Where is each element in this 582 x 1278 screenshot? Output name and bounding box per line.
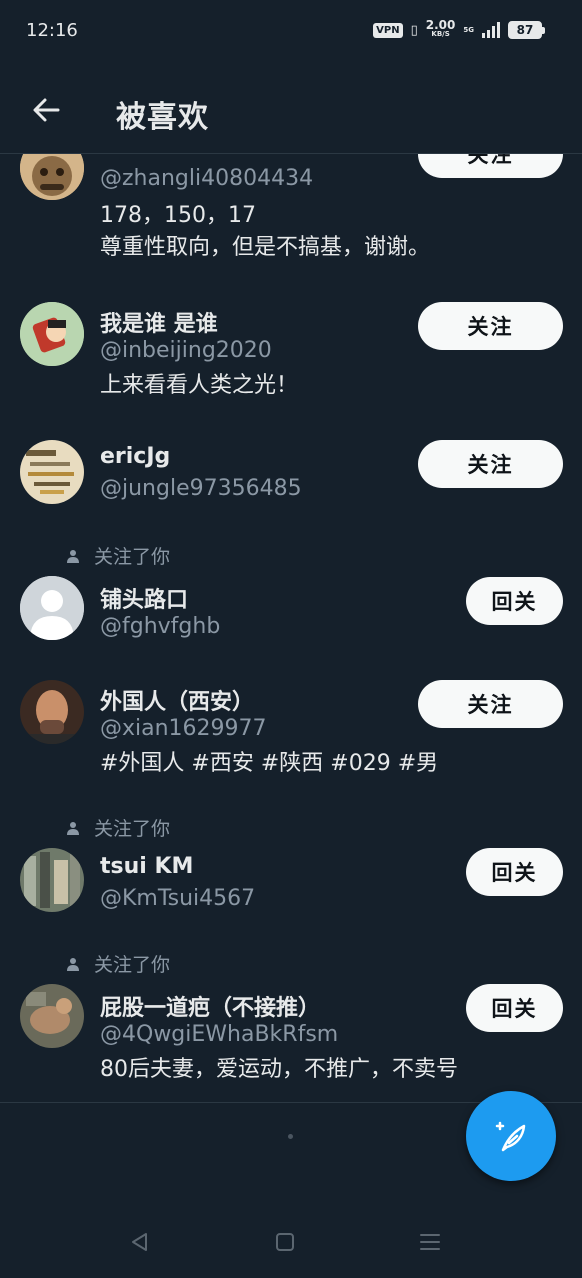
nav-menu-button[interactable]: [418, 1230, 442, 1254]
follow-button[interactable]: 关注: [418, 440, 563, 488]
status-indicators: VPN ▯ 2.00 KB/S 5G 87: [373, 18, 545, 39]
user-bio-line: 178，150，17: [100, 203, 256, 228]
liked-by-list: @zhangli40804434 178，150，17 尊重性取向，但是不搞基，…: [0, 154, 582, 1102]
signal-icon: [482, 22, 500, 38]
avatar[interactable]: [20, 576, 84, 640]
follows-you-label: 关注了你: [94, 546, 171, 568]
system-nav-bar: [0, 1200, 582, 1278]
follows-you-note: 关注了你: [66, 814, 170, 841]
follows-you-note: 关注了你: [66, 542, 170, 569]
network-speed-unit: KB/S: [431, 30, 450, 38]
user-row[interactable]: 外国人（西安） @xian1629977 #外国人 #西安 #陕西 #029 #…: [0, 680, 582, 790]
user-row[interactable]: ericJg @jungle97356485 关注: [0, 440, 582, 510]
avatar[interactable]: [20, 302, 84, 366]
nav-home-button[interactable]: [273, 1230, 297, 1254]
menu-lines-icon: [420, 1234, 440, 1250]
follows-you-label: 关注了你: [94, 954, 171, 976]
user-name: tsui KM: [100, 854, 194, 879]
user-row[interactable]: @zhangli40804434 178，150，17 尊重性取向，但是不搞基，…: [0, 154, 582, 274]
network-type: 5G: [463, 25, 474, 34]
user-handle: @jungle97356485: [100, 476, 302, 501]
page-title: 被喜欢: [116, 100, 209, 135]
user-name: 外国人（西安）: [100, 690, 255, 715]
vpn-badge: VPN: [373, 22, 403, 38]
person-icon: [67, 821, 79, 835]
compose-button[interactable]: [466, 1091, 556, 1181]
user-handle: @4QwgiEWhaBkRfsm: [100, 1022, 339, 1047]
user-bio-line: #外国人 #西安 #陕西 #029 #男: [100, 751, 439, 776]
follow-back-button[interactable]: 回关: [466, 577, 563, 625]
avatar[interactable]: [20, 440, 84, 504]
follow-back-button[interactable]: 回关: [466, 848, 563, 896]
user-name: 屁股一道疤（不接推）: [100, 996, 321, 1021]
user-name: 我是谁 是谁: [100, 312, 218, 337]
vibrate-icon: ▯: [410, 22, 418, 38]
top-app-bar: 被喜欢: [0, 62, 582, 154]
user-name: 铺头路口: [100, 588, 189, 613]
compose-feather-icon: [495, 1121, 526, 1152]
user-bio-line: 80后夫妻，爱运动，不推广，不卖号: [100, 1057, 458, 1082]
follows-you-note: 关注了你: [66, 950, 170, 977]
status-bar: 12:16 VPN ▯ 2.00 KB/S 5G 87: [0, 0, 582, 62]
back-button[interactable]: [28, 92, 64, 128]
page-indicator: [288, 1134, 293, 1139]
user-name: ericJg: [100, 444, 171, 469]
user-bio-line: 上来看看人类之光！: [100, 373, 299, 398]
user-row[interactable]: 关注了你 tsui KM @KmTsui4567 回关: [0, 814, 582, 924]
square-home-icon: [276, 1233, 294, 1251]
user-row[interactable]: 关注了你 屁股一道疤（不接推） @4QwgiEWhaBkRfsm 80后夫妻，爱…: [0, 950, 582, 1090]
follow-button[interactable]: 关注: [418, 154, 563, 178]
avatar[interactable]: [20, 680, 84, 744]
avatar[interactable]: [20, 848, 84, 912]
status-time: 12:16: [26, 20, 78, 41]
user-handle: @inbeijing2020: [100, 338, 272, 363]
triangle-back-icon: [132, 1233, 147, 1251]
user-row[interactable]: 关注了你 铺头路口 @fghvfghb 回关: [0, 542, 582, 652]
screen: 12:16 VPN ▯ 2.00 KB/S 5G 87 @zhangli4080…: [0, 0, 582, 1278]
follow-button[interactable]: 关注: [418, 302, 563, 350]
user-bio-line: 尊重性取向，但是不搞基，谢谢。: [100, 235, 431, 260]
nav-back-button[interactable]: [128, 1230, 152, 1254]
arrow-left-icon: [33, 98, 60, 122]
user-handle: @KmTsui4567: [100, 886, 256, 911]
person-icon: [67, 549, 79, 563]
follow-button[interactable]: 关注: [418, 680, 563, 728]
user-row[interactable]: 我是谁 是谁 @inbeijing2020 上来看看人类之光！ 关注: [0, 302, 582, 412]
battery-icon: 87: [508, 21, 545, 39]
network-speed: 2.00 KB/S: [425, 18, 456, 39]
follows-you-label: 关注了你: [94, 818, 171, 840]
avatar[interactable]: [20, 154, 84, 200]
user-handle: @fghvfghb: [100, 614, 221, 639]
avatar[interactable]: [20, 984, 84, 1048]
user-handle: @zhangli40804434: [100, 166, 314, 191]
user-handle: @xian1629977: [100, 716, 267, 741]
follow-back-button[interactable]: 回关: [466, 984, 563, 1032]
person-icon: [67, 957, 79, 971]
network-speed-value: 2.00: [425, 18, 456, 32]
